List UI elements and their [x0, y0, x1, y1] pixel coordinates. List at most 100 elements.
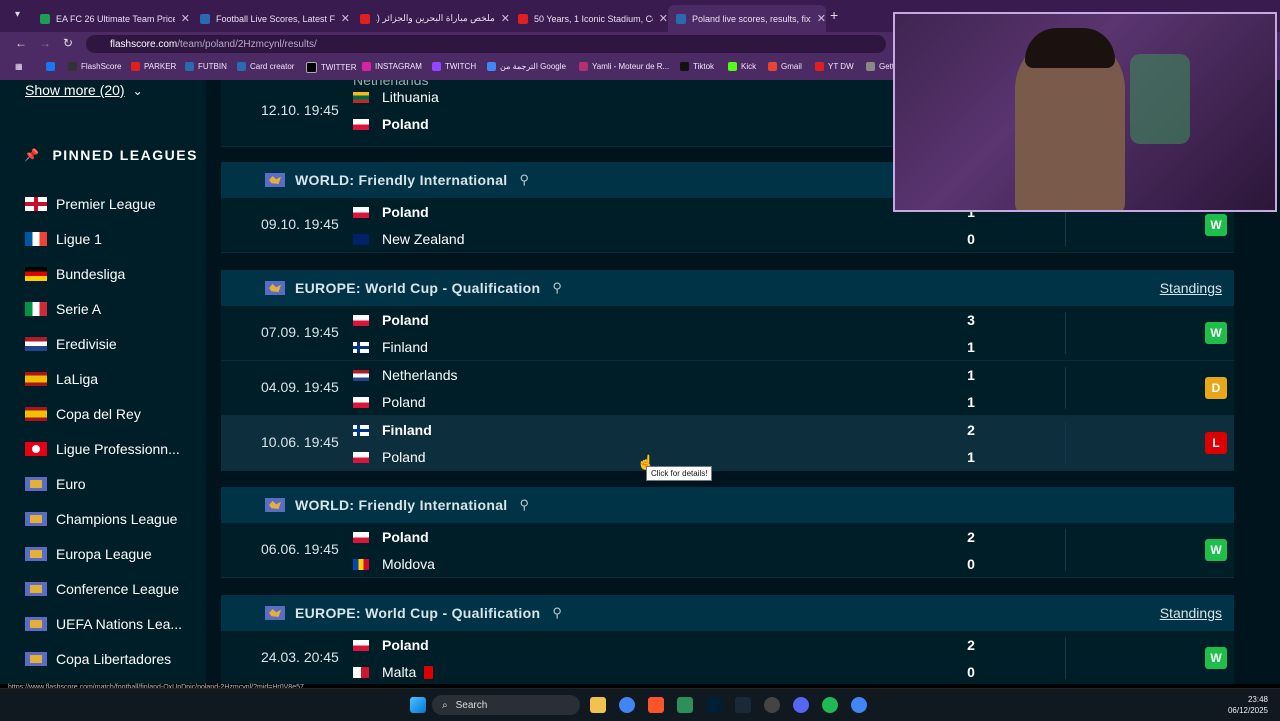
- bookmark-yamli[interactable]: Yamli - Moteur de R...: [579, 62, 669, 71]
- tab-youtube-bahrain[interactable]: ملخص مباراة البحرين والجزائر (1 ✕: [352, 5, 510, 32]
- sidebar-item-europa-league[interactable]: Europa League: [25, 543, 152, 565]
- sidebar-item-ligue-1[interactable]: Ligue 1: [25, 228, 102, 250]
- sidebar-item-nations-league[interactable]: UEFA Nations Lea...: [25, 613, 182, 635]
- sidebar-item-laliga[interactable]: LaLiga: [25, 368, 98, 390]
- bookmark-tiktok[interactable]: Tiktok: [680, 62, 714, 71]
- pin-icon[interactable]: ⚲: [519, 172, 529, 188]
- away-team: Moldova: [353, 556, 435, 572]
- sidebar-item-eredivisie[interactable]: Eredivisie: [25, 333, 117, 355]
- poland-flag-icon: [353, 206, 369, 218]
- forward-icon[interactable]: →: [39, 36, 51, 50]
- standings-link[interactable]: Standings: [1160, 605, 1222, 621]
- system-clock[interactable]: 23:48 06/12/2025: [1228, 694, 1268, 716]
- home-team: Lithuania: [353, 89, 439, 105]
- spotify-icon[interactable]: [822, 697, 838, 713]
- close-icon[interactable]: ✕: [181, 12, 190, 25]
- bookmark-kick[interactable]: Kick: [728, 62, 756, 71]
- world-flag-icon: [25, 512, 47, 526]
- standings-link[interactable]: Standings: [1160, 280, 1222, 296]
- italy-flag-icon: [25, 302, 47, 316]
- tab-title: 50 Years, 1 Iconic Stadium, Cou: [534, 13, 653, 24]
- sidebar-item-copa-del-rey[interactable]: Copa del Rey: [25, 403, 141, 425]
- close-icon[interactable]: ✕: [817, 12, 826, 25]
- sidebar-item-euro[interactable]: Euro: [25, 473, 86, 495]
- match-time: 04.09. 19:45: [261, 379, 339, 395]
- sidebar-item-bundesliga[interactable]: Bundesliga: [25, 263, 125, 285]
- home-score: 1: [967, 367, 975, 383]
- league-header-wc-qualification[interactable]: EUROPE: World Cup - Qualification ⚲ Stan…: [221, 595, 1234, 631]
- bookmark-twitter[interactable]: TWITTER: [306, 62, 357, 73]
- tab-search-icon[interactable]: ▾: [15, 9, 20, 20]
- chrome-icon[interactable]: [851, 697, 867, 713]
- bookmark-translate[interactable]: الترجمة من Google: [487, 62, 566, 71]
- windows-start-icon[interactable]: [410, 697, 426, 713]
- file-explorer-icon[interactable]: [590, 697, 606, 713]
- match-row[interactable]: 10.06. 19:45 Finland Poland 2 1 L: [221, 416, 1234, 471]
- bookmark-instagram[interactable]: INSTAGRAM: [362, 62, 422, 71]
- pin-icon[interactable]: ⚲: [519, 497, 529, 513]
- bookmark-gmail[interactable]: Gmail: [768, 62, 802, 71]
- match-row[interactable]: 04.09. 19:45 Netherlands Poland 1 1 D: [221, 361, 1234, 416]
- bookmark-yt-dw[interactable]: YT DW: [815, 62, 854, 71]
- bookmark-label: PARKER: [144, 62, 177, 71]
- tab-football-live[interactable]: Football Live Scores, Latest Foot ✕: [192, 5, 350, 32]
- pin-icon[interactable]: ⚲: [552, 280, 562, 296]
- chrome-icon[interactable]: [619, 697, 635, 713]
- bookmark-futbin[interactable]: FUTBIN: [185, 62, 227, 71]
- sidebar-item-copa-libertadores[interactable]: Copa Libertadores: [25, 648, 171, 670]
- lithuania-flag-icon: [353, 91, 369, 103]
- close-icon[interactable]: ✕: [341, 12, 350, 25]
- sidebar-item-ligue-professionnelle[interactable]: Ligue Professionn...: [25, 438, 180, 460]
- divider: [1065, 637, 1066, 679]
- bookmark-flashscore[interactable]: FlashScore: [68, 62, 121, 71]
- team-name: Poland: [382, 204, 429, 220]
- settings-icon[interactable]: [764, 697, 780, 713]
- divider: [1065, 312, 1066, 354]
- bookmark-gett[interactable]: Gett: [866, 62, 894, 71]
- new-tab-icon[interactable]: +: [830, 7, 838, 23]
- close-icon[interactable]: ✕: [501, 12, 510, 25]
- poland-flag-icon: [353, 531, 369, 543]
- germany-flag-icon: [25, 267, 47, 281]
- bookmark-twitch[interactable]: TWITCH: [432, 62, 476, 71]
- tab-ea-fc[interactable]: EA FC 26 Ultimate Team Prices ✕: [32, 5, 190, 32]
- tab-youtube-stadium[interactable]: 50 Years, 1 Iconic Stadium, Cou ✕: [510, 5, 668, 32]
- home-team: Poland: [353, 529, 429, 545]
- taskbar-search[interactable]: ⌕ Search: [432, 695, 580, 715]
- sidebar-item-premier-league[interactable]: Premier League: [25, 193, 156, 215]
- league-header-friendly[interactable]: WORLD: Friendly International ⚲: [221, 487, 1234, 523]
- bookmark-facebook[interactable]: [46, 62, 59, 71]
- sidebar-item-champions-league[interactable]: Champions League: [25, 508, 177, 530]
- show-more-link[interactable]: Show more (20) ⌄: [25, 82, 143, 98]
- pin-icon[interactable]: ⚲: [552, 605, 562, 621]
- sidebar-item-conference-league[interactable]: Conference League: [25, 578, 179, 600]
- address-bar[interactable]: flashscore.com/team/poland/2Hzmcynl/resu…: [86, 35, 886, 53]
- match-row[interactable]: 24.03. 20:45 Poland Malta 2 0 W: [221, 631, 1234, 684]
- league-header-wc-qualification[interactable]: EUROPE: World Cup - Qualification ⚲ Stan…: [221, 270, 1234, 306]
- brave-icon[interactable]: [648, 697, 664, 713]
- photoshop-icon[interactable]: [706, 697, 722, 713]
- match-row[interactable]: 07.09. 19:45 Poland Finland 3 1 W: [221, 306, 1234, 361]
- apps-icon[interactable]: ▦: [15, 62, 23, 71]
- league-title: WORLD: Friendly International: [295, 497, 508, 513]
- team-name: Poland: [382, 449, 426, 465]
- steam-icon[interactable]: [735, 697, 751, 713]
- away-team: Malta: [353, 664, 434, 680]
- back-icon[interactable]: ←: [15, 36, 27, 50]
- left-sidebar: Show more (20) ⌄ 📌 PINNED LEAGUES Premier …: [0, 80, 206, 684]
- world-flag-icon: [265, 281, 285, 295]
- discord-icon[interactable]: [793, 697, 809, 713]
- bookmark-parker[interactable]: PARKER: [131, 62, 176, 71]
- translate-icon: [487, 62, 496, 71]
- tab-poland-results[interactable]: Poland live scores, results, fixtu ✕: [668, 5, 826, 32]
- france-flag-icon: [25, 232, 47, 246]
- league-label: LaLiga: [56, 371, 99, 387]
- league-label: Eredivisie: [56, 336, 117, 352]
- reload-icon[interactable]: ↻: [63, 36, 73, 50]
- app-icon[interactable]: [677, 697, 693, 713]
- sidebar-item-serie-a[interactable]: Serie A: [25, 298, 101, 320]
- bookmark-label: Yamli - Moteur de R...: [592, 62, 670, 71]
- close-icon[interactable]: ✕: [659, 12, 668, 25]
- match-row[interactable]: 06.06. 19:45 Poland Moldova 2 0 W: [221, 523, 1234, 578]
- bookmark-card-creator[interactable]: Card creator: [237, 62, 294, 71]
